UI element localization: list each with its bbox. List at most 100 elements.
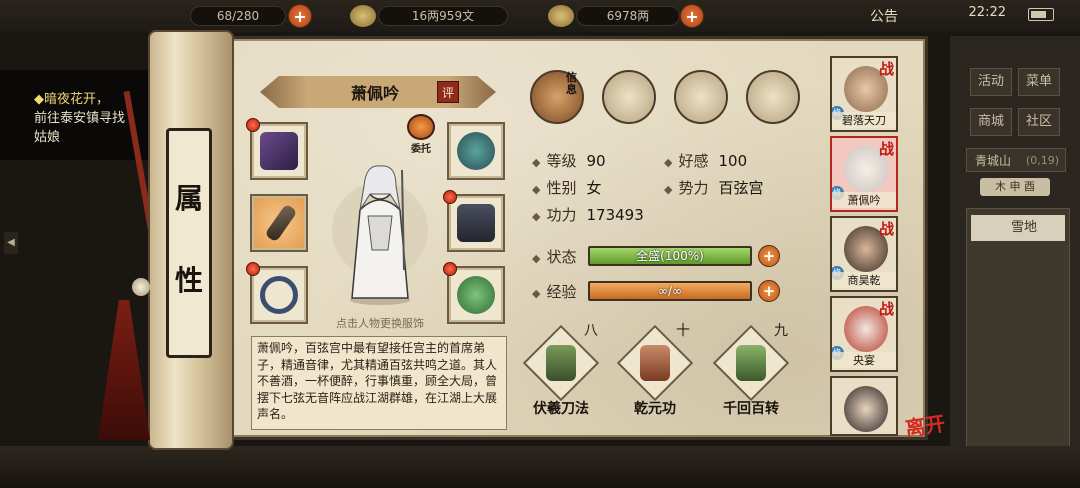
stat-faction: ◆ 势力 百弦宫: [664, 177, 764, 198]
rate-button[interactable]: 评: [437, 81, 459, 103]
scroll-title-label: 属 性: [166, 128, 212, 358]
gold-add-button[interactable]: +: [680, 4, 704, 28]
state-bar: 全盛(100%): [588, 246, 752, 266]
location-display[interactable]: 青城山 (0,19): [966, 148, 1066, 172]
equip-slot-weapon[interactable]: [250, 194, 308, 252]
money-text: 16两959文: [411, 9, 475, 23]
team-member-card[interactable]: [830, 376, 898, 436]
state-add-button[interactable]: +: [758, 245, 780, 267]
stat-favor: ◆ 好感 100: [664, 150, 747, 171]
stat-value: 90: [586, 152, 606, 170]
diamond-bullet-icon: ◆: [532, 183, 541, 196]
bagua-tab-icon[interactable]: [674, 70, 728, 124]
diamond-bullet-icon: ◆: [532, 156, 541, 169]
shop-button[interactable]: 商城: [970, 108, 1012, 136]
equip-slot-hat[interactable]: [447, 122, 505, 180]
backpack-tab-icon[interactable]: [602, 70, 656, 124]
notice-button[interactable]: 公告: [870, 6, 898, 26]
exp-bar-text: ∞/∞: [657, 284, 683, 298]
jade-pendant-icon: [457, 276, 495, 314]
activity-button[interactable]: 活动: [970, 68, 1012, 96]
skill-level: 八: [584, 323, 598, 339]
weapon-icon: [264, 203, 298, 243]
diamond-bullet-icon: ◆: [532, 210, 541, 223]
meridian-tab-icon[interactable]: [746, 70, 800, 124]
team-member-name: 萧佩吟: [832, 192, 896, 208]
money-display: 16两959文: [378, 6, 508, 26]
clock-text: 22:22: [968, 5, 1006, 20]
stat-label: 功力: [546, 206, 577, 224]
gold-text: 6978两: [606, 9, 650, 23]
upgrade-dot-icon: [443, 262, 457, 276]
capacity-text: 68/280: [216, 9, 260, 23]
area-list: 雪地: [966, 208, 1070, 448]
boots-icon: [260, 132, 298, 170]
team-member-name: 碧落天刀: [832, 112, 896, 128]
team-member-card[interactable]: 战 修 央宴: [830, 296, 898, 372]
battery-icon: [1028, 8, 1054, 21]
quest-title: ◆暗夜花开，: [34, 92, 109, 107]
copper-coin-icon: [350, 5, 376, 27]
skill-name: 伏羲刀法: [533, 401, 589, 417]
community-button[interactable]: 社区: [1018, 108, 1060, 136]
stat-state: ◆ 状态: [532, 246, 586, 267]
character-bio: 萧佩吟，百弦宫中最有望接任宫主的首席弟子，精通音律，尤其精通百弦共鸣之道。其人不…: [251, 336, 507, 430]
equip-slot-jade[interactable]: [443, 262, 505, 324]
upgrade-dot-icon: [246, 262, 260, 276]
stat-label: 经验: [546, 283, 577, 301]
team-member-card[interactable]: 战 修 商昊乾: [830, 216, 898, 292]
capacity-display: 68/280: [190, 6, 286, 26]
scroll-skill-icon: [546, 345, 576, 381]
scroll-title-char: 属: [174, 182, 203, 215]
upgrade-dot-icon: [443, 190, 457, 204]
hat-icon: [457, 132, 495, 170]
team-member-card[interactable]: 战 修 萧佩吟: [830, 136, 898, 212]
skill-name: 千回百转: [723, 401, 779, 417]
stat-label: 性别: [546, 179, 577, 197]
leave-button[interactable]: 离开: [903, 407, 947, 441]
gold-display: 6978两: [576, 6, 680, 26]
battle-tag: 战: [878, 220, 894, 238]
bottom-menu-bar: [0, 446, 1080, 488]
area-item[interactable]: 雪地: [971, 215, 1065, 241]
time-tabs[interactable]: 木 申 酉: [980, 178, 1050, 196]
stat-exp: ◆ 经验: [532, 281, 586, 302]
battle-tag: 战: [878, 300, 894, 318]
equip-slot-boots[interactable]: [246, 118, 308, 180]
location-name: 青城山: [975, 154, 1012, 168]
team-list: 战 修 碧落天刀 战 修 萧佩吟 战 修 商昊乾 战 修 央宴: [830, 56, 898, 440]
portrait-hint: 点击人物更换服饰: [336, 317, 424, 330]
menu-button[interactable]: 菜单: [1018, 68, 1060, 96]
character-portrait[interactable]: [330, 150, 430, 306]
entrust-button[interactable]: 委托: [406, 114, 436, 155]
stat-label: 等级: [546, 152, 577, 170]
top-status-bar: 68/280 + 16两959文 6978两 + 公告 22:22: [0, 0, 1080, 32]
exp-add-button[interactable]: +: [758, 280, 780, 302]
entrust-icon: [407, 114, 435, 140]
stat-value: 100: [718, 152, 748, 170]
collapse-left-icon[interactable]: ◀: [4, 232, 18, 254]
tassel-icon: [98, 300, 150, 440]
equip-slot-accessory[interactable]: [246, 262, 308, 324]
team-member-card[interactable]: 战 修 碧落天刀: [830, 56, 898, 132]
stat-gender: ◆ 性别女: [532, 177, 602, 198]
skill-level: 九: [774, 323, 788, 339]
battle-tag: 战: [878, 60, 894, 78]
diamond-bullet-icon: ◆: [532, 287, 541, 300]
equip-slot-armor[interactable]: [443, 190, 505, 252]
location-coords: (0,19): [1025, 154, 1059, 167]
diamond-bullet-icon: ◆: [664, 156, 673, 169]
stat-value: 女: [586, 179, 602, 197]
stat-label: 状态: [546, 248, 577, 266]
avatar: [844, 386, 888, 432]
stat-value: 173493: [586, 206, 644, 224]
skill-level: 十: [676, 323, 690, 339]
diamond-bullet-icon: ◆: [532, 252, 541, 265]
capacity-add-button[interactable]: +: [288, 4, 312, 28]
bracelet-icon: [260, 276, 298, 314]
upgrade-dot-icon: [246, 118, 260, 132]
quest-line: 前往泰安镇寻找: [34, 111, 126, 126]
info-tab-label: 信息: [566, 71, 577, 96]
exp-bar: ∞/∞: [588, 281, 752, 301]
skill-name: 乾元功: [634, 401, 676, 417]
